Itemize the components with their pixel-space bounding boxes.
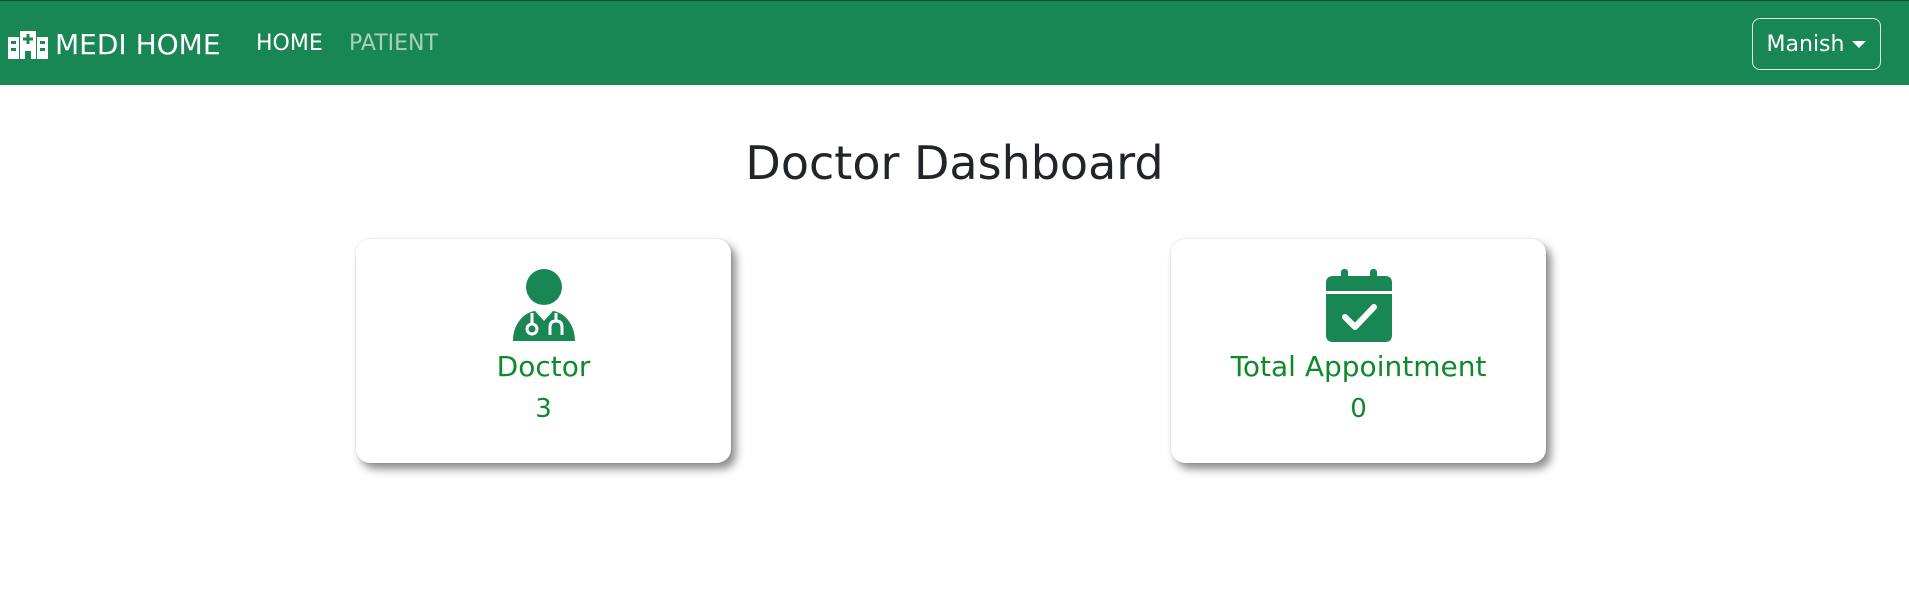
caret-down-icon — [1852, 40, 1867, 48]
brand-link[interactable]: MEDI HOME — [8, 25, 221, 63]
nav-home-link[interactable]: HOME — [256, 29, 323, 59]
hospital-icon — [8, 29, 48, 59]
doctor-card-value: 3 — [535, 394, 552, 424]
appointment-card-label: Total Appointment — [1230, 350, 1487, 383]
nav-patient-link[interactable]: PATIENT — [349, 29, 438, 59]
user-dropdown-button[interactable]: Manish — [1752, 18, 1881, 70]
appointment-card: Total Appointment 0 — [1171, 239, 1546, 463]
calendar-check-icon — [1325, 269, 1392, 343]
doctor-card-label: Doctor — [496, 350, 591, 383]
page-title: Doctor Dashboard — [745, 136, 1164, 190]
appointment-card-value: 0 — [1350, 394, 1367, 424]
user-name: Manish — [1766, 31, 1845, 57]
navbar: MEDI HOME HOME PATIENT Manish — [0, 0, 1909, 85]
doctor-icon — [511, 269, 577, 343]
brand-name: MEDI HOME — [55, 27, 221, 61]
doctor-card: Doctor 3 — [356, 239, 731, 463]
